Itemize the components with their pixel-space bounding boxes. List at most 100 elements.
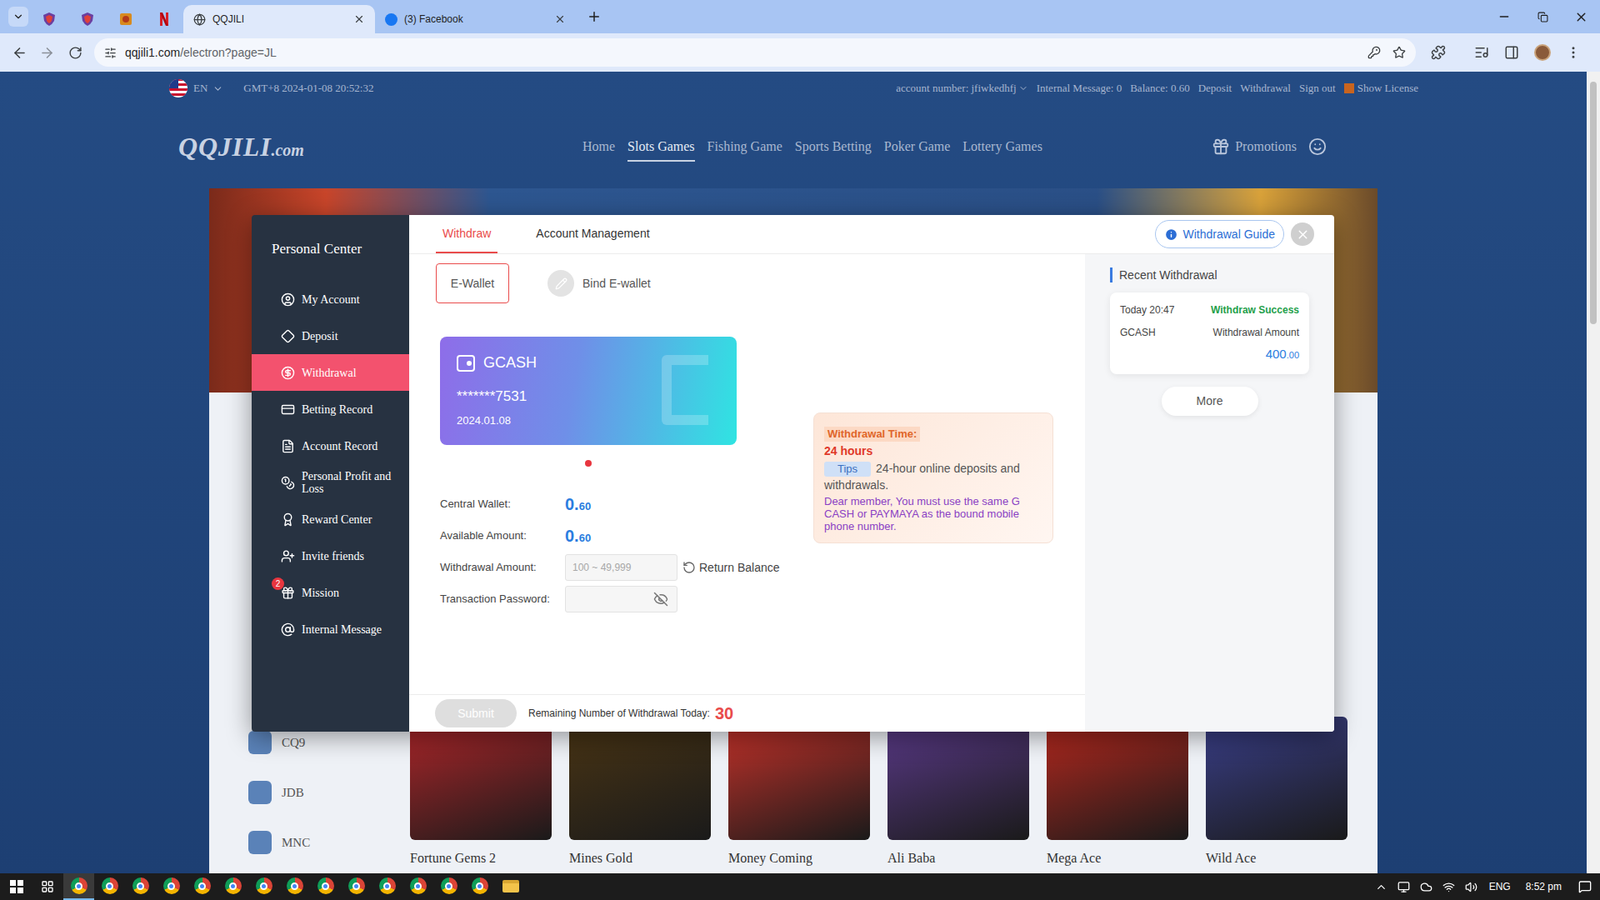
modal-tab[interactable]: Account Management — [529, 215, 656, 254]
taskbar-app[interactable] — [371, 873, 403, 900]
game-card[interactable]: Fortune Gems 2 — [410, 716, 552, 874]
site-info-icon[interactable] — [104, 46, 117, 60]
account-link[interactable]: Withdrawal — [1240, 80, 1291, 97]
taskbar-app[interactable] — [155, 873, 187, 900]
volume-icon[interactable] — [1465, 880, 1478, 894]
game-card[interactable]: Mines Gold — [569, 716, 711, 874]
pinned-tab[interactable] — [145, 5, 184, 34]
pinned-tab[interactable] — [30, 5, 69, 34]
language-select[interactable]: EN — [168, 78, 224, 99]
taskbar-app[interactable] — [464, 873, 495, 900]
sidebar-item[interactable]: Invite friends — [251, 537, 410, 575]
taskbar-app[interactable] — [186, 873, 218, 900]
scrollbar-thumb[interactable] — [1590, 81, 1597, 325]
license-link[interactable]: Show License — [1344, 80, 1419, 97]
transaction-password-input[interactable] — [565, 585, 678, 613]
extensions-icon[interactable] — [1430, 45, 1446, 60]
minimize-button[interactable] — [1485, 0, 1524, 34]
bind-ewallet-button[interactable]: Bind E-wallet — [547, 270, 651, 297]
taskbar-app[interactable] — [340, 873, 372, 900]
nav-item[interactable]: Fishing Game — [707, 131, 783, 162]
taskbar-app[interactable] — [279, 873, 310, 900]
recent-withdrawal-card[interactable]: Today 20:47Withdraw SuccessGCASHWithdraw… — [1110, 292, 1310, 375]
nav-item[interactable]: Slots Games — [627, 131, 695, 162]
profile-avatar-icon[interactable] — [1534, 44, 1551, 61]
nav-item[interactable]: Poker Game — [884, 131, 951, 162]
game-card[interactable]: Money Coming — [728, 716, 870, 874]
forward-icon[interactable] — [39, 45, 55, 61]
sidebar-item[interactable]: Internal Message — [251, 610, 410, 648]
nav-item[interactable]: Lottery Games — [962, 131, 1043, 162]
pinned-tab[interactable] — [106, 5, 145, 34]
taskbar-app[interactable] — [94, 873, 125, 900]
promotions-link[interactable]: Promotions — [1211, 136, 1327, 157]
withdrawal-amount-input[interactable] — [565, 554, 678, 581]
sidebar-item[interactable]: Deposit — [251, 317, 410, 355]
side-panel-icon[interactable] — [1504, 45, 1520, 60]
account-number[interactable]: account number: jfiwkedhfj — [895, 80, 1028, 97]
sidebar-item[interactable]: Account Record — [251, 427, 410, 465]
service-smiley-icon[interactable] — [1308, 137, 1327, 156]
back-icon[interactable] — [11, 45, 28, 61]
more-button[interactable]: More — [1161, 386, 1259, 416]
new-tab-button[interactable] — [582, 5, 606, 29]
menu-icon[interactable] — [1565, 45, 1581, 60]
taskbar-app[interactable] — [63, 873, 95, 900]
page-scrollbar[interactable] — [1586, 71, 1600, 874]
site-logo[interactable]: QQJILI.com — [178, 131, 583, 162]
account-link[interactable]: Deposit — [1198, 80, 1232, 97]
task-view-button[interactable] — [33, 873, 62, 900]
submit-button[interactable]: Submit — [435, 699, 517, 728]
input-language[interactable]: ENG — [1489, 879, 1511, 895]
return-balance-button[interactable]: Return Balance — [682, 559, 780, 577]
close-tab-icon[interactable] — [554, 13, 566, 25]
sidebar-item[interactable]: Betting Record — [251, 390, 410, 428]
account-link[interactable]: Sign out — [1299, 80, 1336, 97]
onedrive-icon[interactable] — [1420, 880, 1433, 894]
pager-dot[interactable] — [585, 460, 592, 467]
sidebar-item[interactable]: My Account — [251, 280, 410, 318]
internal-message-count[interactable]: Internal Message: 0 — [1036, 80, 1123, 97]
nav-item[interactable]: Home — [582, 131, 615, 162]
browser-tab[interactable]: (3) Facebook — [375, 5, 576, 34]
show-hidden-icons-icon[interactable] — [1375, 880, 1388, 894]
address-bar[interactable]: qqjili1.com/electron?page=JL — [94, 38, 1416, 67]
browser-tab[interactable]: QQJILI — [183, 5, 375, 34]
notifications-button[interactable] — [1570, 873, 1600, 900]
taskbar-app[interactable] — [495, 873, 526, 900]
sidebar-item[interactable]: 2Mission — [251, 574, 410, 611]
key-icon[interactable] — [1367, 45, 1381, 60]
gcash-card[interactable]: GCASH*******75312024.01.08 — [440, 336, 737, 445]
pinned-tab[interactable] — [68, 5, 107, 34]
withdrawal-guide-button[interactable]: Withdrawal Guide — [1155, 220, 1285, 249]
taskbar-app[interactable] — [402, 873, 434, 900]
reload-icon[interactable] — [68, 45, 83, 60]
clock[interactable]: 8:52 pm — [1525, 879, 1562, 895]
taskbar-app[interactable] — [125, 873, 156, 900]
game-card[interactable]: Ali Baba — [887, 716, 1030, 874]
sidebar-item[interactable]: Reward Center — [251, 500, 410, 538]
taskbar-app[interactable] — [310, 873, 341, 900]
restore-button[interactable] — [1523, 0, 1562, 34]
taskbar-app[interactable] — [433, 873, 465, 900]
start-button[interactable] — [0, 873, 34, 900]
bookmark-star-icon[interactable] — [1392, 45, 1406, 60]
taskbar-app[interactable] — [248, 873, 280, 900]
nav-item[interactable]: Sports Betting — [795, 131, 872, 162]
media-icon[interactable] — [1474, 45, 1490, 60]
sidebar-item[interactable]: Personal Profit and Loss — [251, 464, 410, 501]
game-card[interactable]: Mega Ace — [1046, 716, 1189, 874]
tab-search-button[interactable] — [8, 6, 29, 27]
sidebar-item[interactable]: Withdrawal — [251, 354, 410, 391]
wallet-type-button[interactable]: E-Wallet — [435, 263, 510, 304]
eye-off-icon[interactable] — [653, 591, 669, 607]
network-icon[interactable] — [1442, 880, 1455, 894]
provider-item[interactable]: JDB — [248, 767, 410, 818]
modal-tab[interactable]: Withdraw — [435, 215, 498, 254]
game-card[interactable]: Wild Ace — [1205, 716, 1348, 874]
close-modal-button[interactable] — [1290, 222, 1315, 246]
display-icon[interactable] — [1397, 880, 1410, 894]
close-tab-icon[interactable] — [353, 13, 365, 25]
provider-item[interactable]: MNC — [248, 817, 410, 868]
taskbar-app[interactable] — [217, 873, 249, 900]
